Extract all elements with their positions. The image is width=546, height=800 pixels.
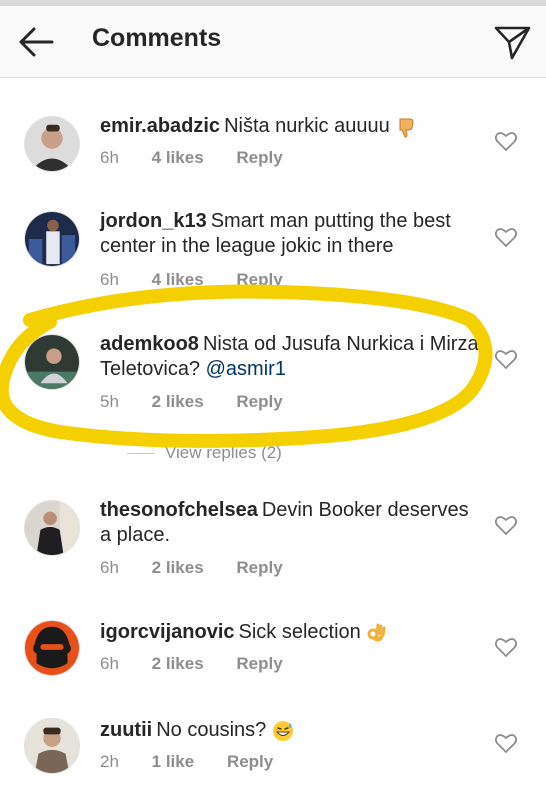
avatar[interactable] — [24, 500, 80, 556]
page-title: Comments — [92, 24, 222, 52]
comment-time: 6h — [100, 558, 119, 577]
comment-text: igorcvijanovic Sick selection — [100, 620, 480, 645]
comment-text: jordon_k13 Smart man putting the best cen… — [100, 209, 480, 259]
reply-button[interactable]: Reply — [236, 270, 282, 290]
paper-plane-icon[interactable] — [492, 22, 532, 62]
arrow-left-icon[interactable] — [16, 24, 56, 60]
comment-username[interactable]: ademkoo8 — [100, 333, 199, 355]
comment-time: 6h — [100, 654, 119, 673]
comment-username[interactable]: emir.abadzic — [100, 115, 220, 137]
comment-username[interactable]: igorcvijanovic — [100, 621, 235, 643]
avatar[interactable] — [24, 211, 80, 267]
comment-meta: 6h 4 likes Reply — [100, 148, 311, 168]
comment-text: thesonofchelsea Devin Booker deserves a p… — [100, 498, 480, 548]
comment-time: 5h — [100, 392, 119, 411]
reply-button[interactable]: Reply — [236, 392, 282, 412]
comment-likes[interactable]: 4 likes — [152, 148, 204, 168]
heart-icon[interactable] — [494, 348, 518, 370]
comment-likes[interactable]: 4 likes — [152, 270, 204, 290]
comment-meta: 2h 1 like Reply — [100, 752, 301, 772]
reply-button[interactable]: Reply — [236, 558, 282, 578]
ok-hand-emoji — [367, 623, 386, 642]
grinning-sweat-emoji — [272, 720, 293, 741]
comment-text: zuutii No cousins? — [100, 718, 480, 743]
comment-time: 6h — [100, 148, 119, 167]
comment-likes[interactable]: 2 likes — [152, 392, 204, 412]
mention-link[interactable]: @asmir1 — [206, 358, 286, 380]
avatar[interactable] — [24, 334, 80, 390]
avatar[interactable] — [24, 116, 80, 172]
comment-username[interactable]: jordon_k13 — [100, 210, 207, 232]
reply-button[interactable]: Reply — [236, 654, 282, 674]
comment-meta: 6h 4 likes Reply — [100, 270, 311, 290]
reply-button[interactable]: Reply — [227, 752, 273, 772]
reply-button[interactable]: Reply — [236, 148, 282, 168]
heart-icon[interactable] — [494, 732, 518, 754]
comment-meta: 5h 2 likes Reply — [100, 392, 311, 412]
comment-likes[interactable]: 2 likes — [152, 654, 204, 674]
comment-body: No cousins? — [156, 719, 267, 741]
thumbs-down-emoji — [399, 118, 414, 138]
header-bar: Comments — [0, 6, 546, 78]
comment-text: ademkoo8 Nista od Jusufa Nurkica i Mirza … — [100, 332, 480, 382]
heart-icon[interactable] — [494, 226, 518, 248]
comment-meta: 6h 2 likes Reply — [100, 558, 311, 578]
comment-username[interactable]: zuutii — [100, 719, 152, 741]
comment-body: Ništa nurkic auuuu — [224, 115, 390, 137]
comment-meta: 6h 2 likes Reply — [100, 654, 311, 674]
comment-time: 6h — [100, 270, 119, 289]
comment-likes[interactable]: 2 likes — [152, 558, 204, 578]
comment-time: 2h — [100, 752, 119, 771]
comment-body: Sick selection — [238, 621, 361, 643]
avatar[interactable] — [24, 620, 80, 676]
comment-username[interactable]: thesonofchelsea — [100, 499, 258, 521]
heart-icon[interactable] — [494, 636, 518, 658]
heart-icon[interactable] — [494, 130, 518, 152]
comment-likes[interactable]: 1 like — [152, 752, 195, 772]
comment-text: emir.abadzic Ništa nurkic auuuu — [100, 114, 480, 139]
heart-icon[interactable] — [494, 514, 518, 536]
avatar[interactable] — [24, 718, 80, 774]
view-replies-link[interactable]: View replies (2) — [165, 443, 282, 463]
